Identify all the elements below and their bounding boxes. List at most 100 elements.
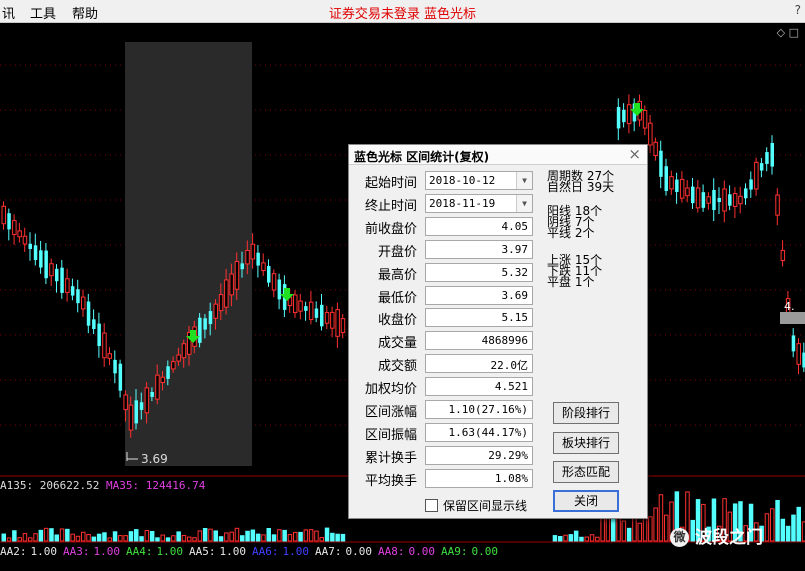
- field-label: 开盘价: [377, 245, 417, 260]
- volume-bar: [139, 536, 144, 542]
- volume-bar: [28, 537, 33, 542]
- candle: [679, 178, 685, 199]
- field-value-text: 3.69: [501, 289, 529, 302]
- field-value-text: 3.97: [501, 243, 529, 256]
- volume-bar: [796, 506, 801, 542]
- indicator-value: 1.00: [219, 545, 247, 558]
- field-value: 29.29%: [425, 446, 533, 465]
- end-date-select[interactable]: 2018-11-19 ▼: [425, 194, 533, 213]
- volume-bar: [107, 537, 112, 542]
- volume-name: A135:: [0, 479, 34, 492]
- indicator-value: 1.00: [93, 545, 121, 558]
- volume-bar: [218, 536, 224, 542]
- candle: [176, 354, 181, 362]
- indicator-label: AA8:: [378, 545, 405, 558]
- candle: [218, 294, 224, 312]
- sector-ranking-button[interactable]: 板块排行: [553, 432, 619, 454]
- candle: [669, 176, 674, 190]
- indicator-item: AA3: 1.00: [63, 545, 120, 558]
- checkbox-box[interactable]: [425, 499, 438, 512]
- candle: [722, 188, 727, 212]
- indicator-label: AA9:: [441, 545, 468, 558]
- candle: [39, 250, 43, 268]
- field-value: 1.08%: [425, 469, 533, 488]
- candle: [60, 267, 64, 293]
- volume-ma-value: 124416.74: [145, 479, 206, 492]
- chevron-down-icon[interactable]: ▼: [516, 172, 532, 189]
- volume-bar: [250, 529, 256, 542]
- field-value: 5.15: [425, 308, 533, 327]
- interval-stats-dialog: 蓝色光标 区间统计(复权) × 起始时间 2018-10-12 ▼ 终止时间 2018-…: [348, 144, 648, 519]
- volume-bar: [134, 529, 139, 542]
- field-value-text: 2018-10-12: [429, 174, 496, 187]
- volume-bar: [81, 531, 86, 542]
- volume-bar: [91, 536, 97, 542]
- menu-bar: 讯 工具 帮助 证券交易未登录 蓝色光标 ?: [0, 0, 805, 23]
- volume-bar: [49, 528, 54, 542]
- candle: [12, 220, 17, 235]
- candle: [245, 250, 250, 265]
- candle: [691, 186, 695, 204]
- volume-bar: [653, 507, 658, 542]
- close-button[interactable]: 关闭: [553, 490, 619, 512]
- volume-bar: [1, 533, 6, 542]
- indicator-item: AA9: 0.00: [441, 545, 498, 558]
- volume-label: A135: 206622.52 MA35: 124416.74: [0, 479, 205, 492]
- stage-ranking-button[interactable]: 阶段排行: [553, 402, 619, 424]
- candle: [261, 262, 266, 272]
- candle: [166, 366, 170, 379]
- volume-bar: [303, 529, 309, 542]
- candle: [712, 189, 716, 211]
- stat-line: 平线 2个: [547, 226, 595, 240]
- field-label: 平均换手: [364, 474, 417, 489]
- volume-bar: [637, 522, 642, 542]
- candle: [171, 361, 176, 370]
- candle: [118, 363, 123, 391]
- volume-bar: [22, 533, 28, 542]
- volume-bar: [149, 530, 155, 542]
- volume-bar: [271, 534, 277, 542]
- indicator-value: 0.00: [345, 545, 373, 558]
- volume-bar: [298, 531, 303, 542]
- volume-bar: [764, 513, 770, 542]
- candle: [340, 318, 346, 334]
- volume-bar: [780, 518, 786, 542]
- candle: [675, 179, 679, 192]
- candle: [765, 152, 769, 164]
- volume-bar: [165, 537, 171, 542]
- candle: [626, 104, 632, 125]
- volume-bar: [229, 531, 234, 542]
- candle: [304, 306, 308, 311]
- stat-line: 平盘 1个: [547, 275, 595, 289]
- keep-interval-checkbox[interactable]: 保留区间显示线: [425, 497, 527, 514]
- watermark: 微波段之门: [670, 523, 763, 548]
- candle: [55, 268, 59, 282]
- help-icon[interactable]: ?: [795, 3, 801, 17]
- indicator-bar: AA2: 1.00 AA3: 1.00 AA4: 1.00 AA5: 1.00 AA6: 1.00…: [0, 545, 504, 558]
- close-icon[interactable]: ×: [628, 145, 641, 163]
- volume-bar: [293, 531, 298, 542]
- indicator-value: 0.00: [471, 545, 499, 558]
- start-date-select[interactable]: 2018-10-12 ▼: [425, 171, 533, 190]
- volume-bar: [287, 534, 293, 542]
- checkbox-label: 保留区间显示线: [443, 499, 528, 513]
- candle: [17, 230, 22, 238]
- volume-bar: [245, 530, 250, 542]
- field-value: 1.63(44.17%): [425, 423, 533, 442]
- candle: [22, 235, 28, 245]
- volume-bar: [123, 535, 128, 542]
- volume-bar: [785, 525, 791, 542]
- volume-bar: [155, 537, 160, 542]
- candle: [7, 213, 11, 230]
- candle: [181, 343, 187, 359]
- indicator-label: AA2:: [0, 545, 27, 558]
- candle: [664, 166, 668, 191]
- candle: [732, 193, 738, 207]
- chevron-down-icon[interactable]: ▼: [516, 195, 532, 212]
- candle: [224, 279, 229, 308]
- indicator-label: AA3:: [63, 545, 90, 558]
- indicator-label: AA7:: [315, 545, 342, 558]
- field-value: 4.521: [425, 377, 533, 396]
- field-value-text: 4.521: [494, 380, 528, 393]
- pattern-match-button[interactable]: 形态匹配: [553, 461, 619, 483]
